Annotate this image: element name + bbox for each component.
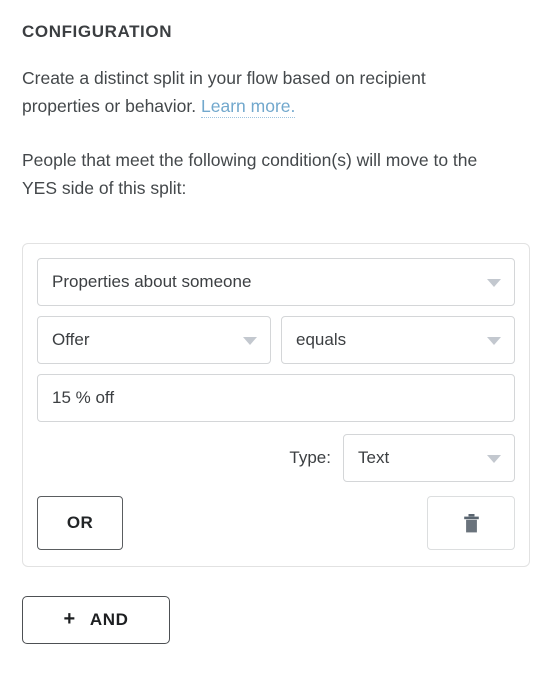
value-input[interactable]: 15 % off	[37, 374, 515, 422]
operator-select-value: equals	[296, 330, 347, 349]
chevron-down-icon	[243, 337, 257, 345]
property-select[interactable]: Offer	[37, 316, 271, 364]
type-row: Type: Text	[37, 434, 515, 482]
page-title: CONFIGURATION	[22, 22, 173, 41]
property-select-value: Offer	[52, 330, 90, 349]
chevron-down-icon	[487, 455, 501, 463]
type-select-value: Text	[358, 448, 390, 467]
or-button[interactable]: OR	[37, 496, 123, 550]
plus-icon: +	[63, 608, 76, 630]
subject-select[interactable]: Properties about someone	[37, 258, 515, 306]
description-paragraph: Create a distinct split in your flow bas…	[22, 64, 492, 120]
and-button-label: AND	[89, 610, 129, 629]
value-row: 15 % off	[37, 374, 515, 422]
condition-group: Properties about someone Offer equals 15…	[22, 243, 530, 567]
type-label: Type:	[289, 448, 331, 467]
trash-icon	[463, 513, 479, 532]
delete-condition-button[interactable]	[427, 496, 515, 550]
subject-select-value: Properties about someone	[52, 272, 252, 291]
type-select[interactable]: Text	[343, 434, 515, 482]
configuration-panel: CONFIGURATION Create a distinct split in…	[0, 0, 552, 692]
condition-operator-row: Offer equals	[37, 316, 515, 364]
chevron-down-icon	[487, 279, 501, 287]
chevron-down-icon	[487, 337, 501, 345]
learn-more-link[interactable]: Learn more.	[201, 96, 296, 119]
condition-actions-row: OR	[37, 496, 515, 550]
operator-select[interactable]: equals	[281, 316, 515, 364]
value-input-text: 15 % off	[52, 388, 115, 407]
instruction-paragraph: People that meet the following condition…	[22, 150, 478, 199]
add-and-condition-button[interactable]: + AND	[22, 596, 170, 644]
